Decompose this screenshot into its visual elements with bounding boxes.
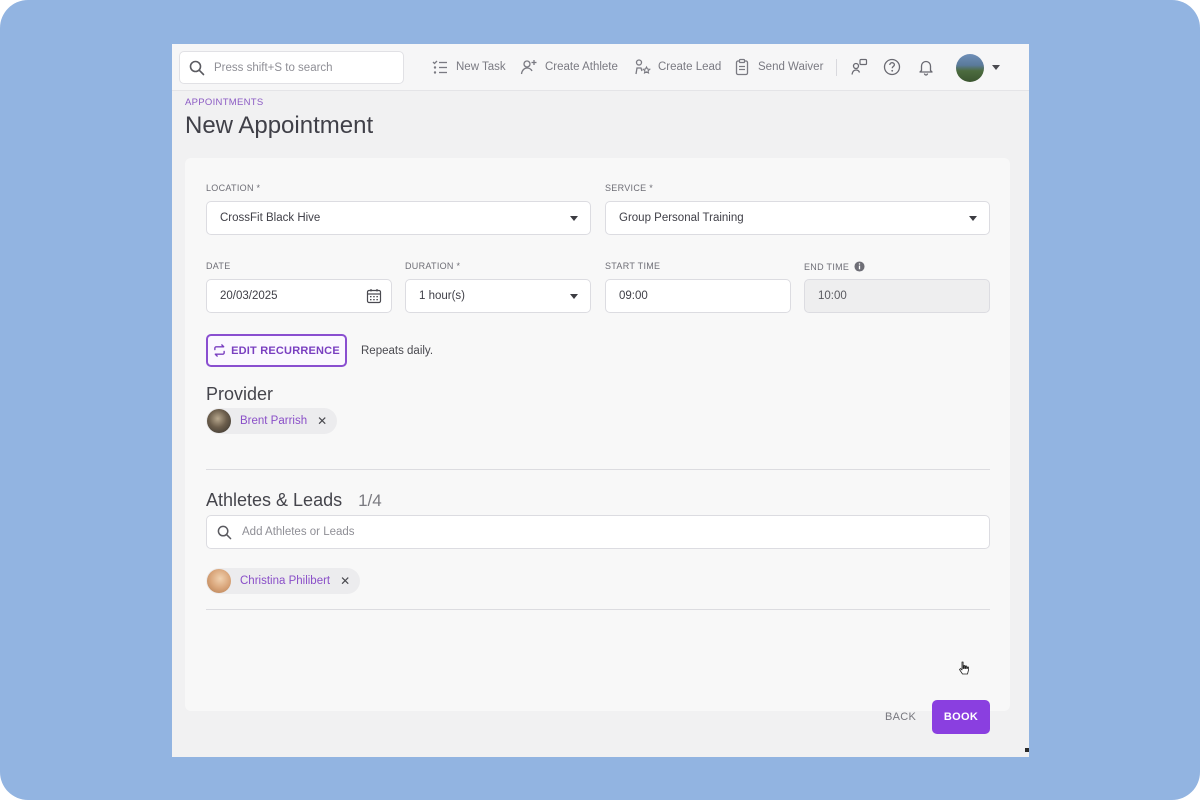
- new-task-button[interactable]: New Task: [431, 57, 506, 77]
- athletes-heading: Athletes & Leads 1/4: [206, 490, 382, 511]
- service-label: SERVICE *: [605, 183, 654, 193]
- app-window: New Task Create Athlete Create Lead Send…: [172, 44, 1029, 757]
- send-waiver-button[interactable]: Send Waiver: [733, 57, 823, 77]
- athlete-avatar: [207, 569, 231, 593]
- end-time-field: 10:00: [804, 279, 990, 313]
- location-value: CrossFit Black Hive: [220, 212, 321, 224]
- bell-icon: [919, 60, 933, 76]
- start-time-label: START TIME: [605, 261, 661, 271]
- athletes-count: 1/4: [358, 491, 382, 510]
- window-corner: [1025, 748, 1029, 752]
- search-icon: [189, 60, 205, 75]
- clipboard-icon: [735, 58, 749, 76]
- location-label: LOCATION *: [206, 183, 261, 193]
- date-value: 20/03/2025: [220, 290, 278, 302]
- caret-down-icon: [570, 216, 578, 221]
- chevron-down-icon[interactable]: [992, 65, 1000, 70]
- athletes-search[interactable]: [206, 515, 990, 549]
- global-search[interactable]: [179, 51, 404, 84]
- person-chat-icon: [851, 58, 868, 75]
- athlete-chip: Christina Philibert ✕: [206, 568, 361, 594]
- section-divider: [206, 609, 990, 610]
- create-athlete-label: Create Athlete: [545, 61, 618, 73]
- recurrence-summary: Repeats daily.: [361, 345, 434, 357]
- start-time-value: 09:00: [619, 290, 648, 302]
- help-button[interactable]: [882, 57, 902, 77]
- location-select[interactable]: CrossFit Black Hive: [206, 201, 591, 235]
- duration-value: 1 hour(s): [419, 290, 466, 302]
- provider-avatar: [207, 409, 231, 433]
- notifications-button[interactable]: [916, 57, 936, 77]
- info-icon[interactable]: [854, 261, 865, 272]
- provider-heading: Provider: [206, 384, 274, 404]
- remove-provider-icon[interactable]: ✕: [317, 414, 327, 428]
- edit-recurrence-button[interactable]: EDIT RECURRENCE: [206, 334, 347, 367]
- remove-athlete-icon[interactable]: ✕: [340, 574, 350, 588]
- create-lead-label: Create Lead: [658, 61, 722, 73]
- provider-chip: Brent Parrish ✕: [206, 408, 338, 434]
- backdrop: New Task Create Athlete Create Lead Send…: [0, 0, 1200, 800]
- mouse-cursor-icon: [959, 661, 969, 675]
- calendar-icon[interactable]: [365, 287, 383, 305]
- page-title: New Appointment: [185, 112, 374, 139]
- book-button[interactable]: BOOK: [932, 700, 990, 734]
- duration-select[interactable]: 1 hour(s): [405, 279, 591, 313]
- appointment-form-card: LOCATION * CrossFit Black Hive SERVICE *…: [185, 158, 1010, 734]
- service-value: Group Personal Training: [619, 212, 744, 224]
- create-athlete-button[interactable]: Create Athlete: [520, 57, 618, 77]
- section-divider: [206, 469, 990, 470]
- end-time-label-group: END TIME: [804, 261, 865, 272]
- end-time-value: 10:00: [818, 290, 847, 302]
- person-star-icon: [635, 59, 651, 75]
- caret-down-icon: [570, 294, 578, 299]
- top-bar: New Task Create Athlete Create Lead Send…: [172, 44, 1029, 91]
- edit-recurrence-label: EDIT RECURRENCE: [231, 344, 340, 357]
- add-person-icon: [520, 60, 537, 75]
- help-icon: [883, 58, 901, 76]
- date-field[interactable]: 20/03/2025: [206, 279, 392, 313]
- athletes-search-input[interactable]: [242, 526, 942, 538]
- end-time-label: END TIME: [804, 261, 850, 272]
- user-avatar[interactable]: [956, 54, 984, 82]
- create-lead-button[interactable]: Create Lead: [633, 57, 721, 77]
- athletes-title: Athletes & Leads: [206, 490, 343, 510]
- global-search-input[interactable]: [214, 61, 394, 74]
- caret-down-icon: [969, 216, 977, 221]
- service-select[interactable]: Group Personal Training: [605, 201, 990, 235]
- assign-button[interactable]: [849, 57, 869, 77]
- athlete-name[interactable]: Christina Philibert: [240, 575, 330, 587]
- toolbar-divider: [836, 59, 837, 76]
- search-icon: [217, 525, 232, 539]
- provider-name[interactable]: Brent Parrish: [240, 415, 307, 427]
- repeat-icon: [214, 344, 225, 357]
- task-list-icon: [432, 60, 447, 74]
- new-task-label: New Task: [456, 61, 506, 73]
- send-waiver-label: Send Waiver: [758, 61, 824, 73]
- back-button[interactable]: BACK: [885, 711, 916, 723]
- breadcrumb[interactable]: APPOINTMENTS: [185, 97, 264, 108]
- start-time-field[interactable]: 09:00: [605, 279, 791, 313]
- duration-label: DURATION *: [405, 261, 461, 271]
- date-label: DATE: [206, 261, 231, 271]
